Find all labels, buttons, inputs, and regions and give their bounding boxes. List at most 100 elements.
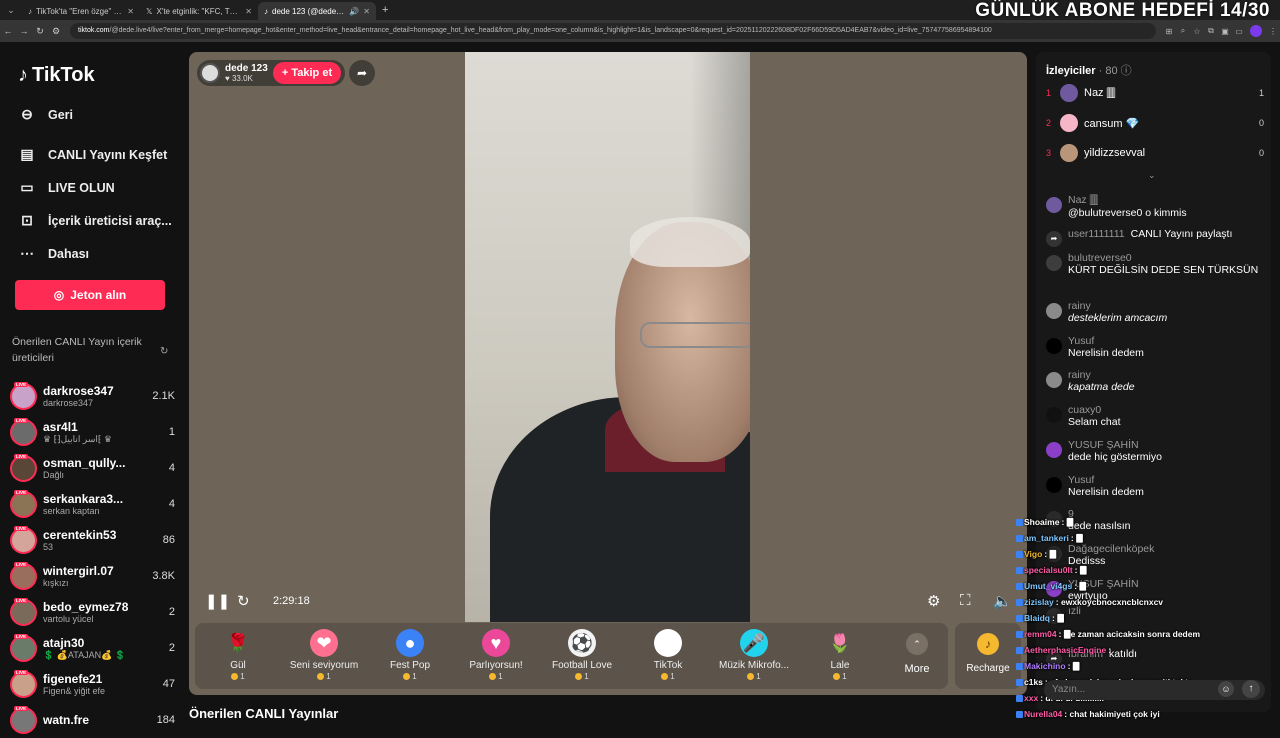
top-viewer-row[interactable]: 1 Naz 🀫 1 [1046, 82, 1264, 104]
creator-avatar[interactable]: LIVE [10, 561, 37, 590]
viewer-count: 86 [162, 534, 175, 546]
emoji-icon[interactable]: ☺ [1218, 681, 1234, 697]
chevron-down-icon[interactable]: ⌄ [1148, 170, 1156, 181]
tab-close-icon[interactable]: ✕ [127, 7, 134, 16]
profile-avatar[interactable] [1250, 25, 1262, 37]
recommended-item[interactable]: LIVE asr4l1 ♛ ⁅⁆ﺍﺳﺮ ﺍﻧﺎﺑﻴﻞ⁅ ♛ 1 [10, 414, 175, 450]
follow-button[interactable]: + Takip et [273, 62, 341, 84]
viewer-avatar[interactable] [1060, 144, 1078, 162]
site-info-icon[interactable]: ⚙ [48, 26, 64, 37]
recommended-item[interactable]: LIVE osman_qully... Dağlı 4 [10, 450, 175, 486]
viewer-rank: 1 [1046, 88, 1052, 98]
buy-coins-button[interactable]: ◎ Jeton alın [15, 280, 165, 310]
overlay-text: 🀫 [1066, 517, 1074, 527]
settings-icon[interactable]: ⚙ [927, 592, 940, 610]
creator-avatar[interactable]: LIVE [10, 453, 37, 482]
message-avatar[interactable] [1046, 372, 1062, 388]
message-body: bulutreverse0 KÜRT DEĞİLSİN DEDE SEN TÜRK… [1068, 252, 1258, 277]
browser-tab-1[interactable]: ♪ TikTok'ta "Eren özge" bulabilirs ✕ [22, 2, 140, 20]
viewer-avatar[interactable] [1060, 114, 1078, 132]
message-body: cuaxy0 Selam chat [1068, 404, 1121, 429]
overlay-badge-icon [1016, 615, 1023, 622]
chat-message[interactable]: bulutreverse0 KÜRT DEĞİLSİN DEDE SEN TÜRK… [1046, 252, 1264, 277]
creator-avatar[interactable]: LIVE [10, 705, 37, 734]
tab-close-icon[interactable]: ✕ [363, 7, 370, 16]
tab-close-icon[interactable]: ✕ [245, 7, 252, 16]
fullscreen-icon[interactable]: ⛶ [960, 592, 971, 609]
info-icon[interactable]: ⓘ [1121, 65, 1132, 77]
twitch-extension-icon[interactable]: ▣ [1218, 27, 1232, 36]
recommended-item[interactable]: LIVE watn.fre 184 [10, 702, 175, 738]
recommended-item[interactable]: LIVE figenefe21 Figen& yiğit efe 47 [10, 666, 175, 702]
live-video-frame[interactable] [465, 52, 750, 622]
nav-label: İçerik üreticisi araç... [48, 213, 172, 228]
chat-message[interactable]: Yusuf Nerelisin dedem [1046, 335, 1264, 360]
menu-dots-icon[interactable]: ⋮ [1266, 27, 1280, 36]
recommended-item[interactable]: LIVE serkankara3... serkan kaptan 4 [10, 486, 175, 522]
recommended-item[interactable]: LIVE atajn30 💲 💰ATAJAN💰 💲 2 [10, 630, 175, 666]
recommended-item[interactable]: LIVE bedo_eymez78 vartolu yücel 2 [10, 594, 175, 630]
nav-back[interactable]: ⊖ Geri [18, 106, 73, 123]
sidebar-icon[interactable]: ▭ [1232, 27, 1246, 36]
top-viewer-row[interactable]: 2 cansum 💎 0 [1046, 112, 1264, 134]
chat-message[interactable]: rainy kapatma dede [1046, 369, 1264, 394]
creator-avatar[interactable]: LIVE [10, 417, 37, 446]
chat-message[interactable]: Yusuf Nerelisin dedem [1046, 474, 1264, 499]
back-icon[interactable]: ← [0, 26, 16, 36]
message-avatar[interactable] [1046, 442, 1062, 458]
browser-tab-3[interactable]: ♪ dede 123 (@dede.live4) CA 🔊 ✕ [258, 2, 376, 20]
tab-audio-icon[interactable]: 🔊 [349, 7, 359, 16]
top-viewer-row[interactable]: 3 yildizzsevval 0 [1046, 142, 1264, 164]
refresh-icon[interactable]: ↻ [160, 346, 168, 357]
message-author: Naz 🀫 [1068, 194, 1098, 206]
chat-message[interactable]: YUSUF ŞAHİN dede hiç göstermiyo [1046, 439, 1264, 464]
tab-search-icon[interactable]: ⌄ [4, 3, 18, 17]
chat-message[interactable]: cuaxy0 Selam chat [1046, 404, 1264, 429]
volume-icon[interactable]: 🔈 [993, 592, 1012, 610]
chat-message[interactable]: Naz 🀫 @bulutreverse0 o kimmis [1046, 194, 1264, 220]
creator-avatar[interactable]: LIVE [10, 525, 37, 554]
recommended-item[interactable]: LIVE darkrose347 darkrose347 2.1K [10, 378, 175, 414]
message-avatar[interactable] [1046, 407, 1062, 423]
chat-message[interactable]: ➦ user1111111 CANLI Yayını paylaştı [1046, 228, 1264, 247]
nav-go-live[interactable]: ▭ LIVE OLUN [18, 179, 114, 196]
zoom-icon[interactable]: ⌕ [1176, 26, 1190, 36]
url-field[interactable]: tiktok.com/@dede.live4/live?enter_from_m… [70, 23, 1156, 39]
extensions-icon[interactable]: ⧉ [1204, 26, 1218, 36]
nav-creator-tools[interactable]: ⊡ İçerik üreticisi araç... [18, 212, 172, 229]
recommended-item[interactable]: LIVE cerentekin53 53 86 [10, 522, 175, 558]
creator-avatar[interactable]: LIVE [10, 597, 37, 626]
nav-more[interactable]: ⋯ Dahası [18, 245, 89, 262]
bookmark-star-icon[interactable]: ☆ [1190, 27, 1204, 36]
message-avatar[interactable] [1046, 197, 1062, 213]
viewer-count: 2 [168, 606, 175, 618]
creator-text: figenefe21 Figen& yiğit efe [43, 672, 139, 696]
overlay-chat-line: remm04: 🀫e zaman acicaksin sonra dedem [1016, 626, 1246, 642]
send-icon[interactable]: ↑ [1242, 680, 1260, 698]
new-tab-button[interactable]: + [382, 4, 388, 16]
tiktok-logo[interactable]: ♪ TikTok [18, 64, 95, 87]
creator-avatar[interactable]: LIVE [10, 669, 37, 698]
message-avatar[interactable] [1046, 255, 1062, 271]
pause-icon[interactable]: ❚❚ [205, 592, 230, 610]
message-avatar[interactable] [1046, 338, 1062, 354]
share-icon[interactable]: ➦ [349, 60, 375, 86]
host-avatar[interactable] [200, 63, 220, 83]
chat-message[interactable]: rainy desteklerim amcacım [1046, 300, 1264, 325]
message-avatar[interactable] [1046, 303, 1062, 319]
creator-avatar[interactable]: LIVE [10, 633, 37, 662]
nav-live-explore[interactable]: ▤ CANLI Yayını Keşfet [18, 146, 167, 163]
viewers-header[interactable]: İzleyiciler · 80 ⓘ [1046, 62, 1132, 78]
translate-icon[interactable]: ⊞ [1162, 27, 1176, 36]
creator-name: asr4l1 [43, 419, 78, 434]
reload-icon[interactable]: ↻ [32, 26, 48, 37]
live-player[interactable]: dede 123 ♥ 33.0K + Takip et ➦ ❚❚ ↻ 2:29:… [189, 52, 1027, 695]
recommended-item[interactable]: LIVE wintergirl.07 kışkızı 3.8K [10, 558, 175, 594]
browser-tab-2[interactable]: 𝕏 X'te etginlik: "KFC, Türkiye'de 'l ✕ [140, 2, 258, 20]
creator-avatar[interactable]: LIVE [10, 381, 37, 410]
forward-icon[interactable]: → [16, 26, 32, 36]
message-avatar[interactable] [1046, 477, 1062, 493]
creator-avatar[interactable]: LIVE [10, 489, 37, 518]
viewer-avatar[interactable] [1060, 84, 1078, 102]
replay-icon[interactable]: ↻ [237, 592, 250, 610]
